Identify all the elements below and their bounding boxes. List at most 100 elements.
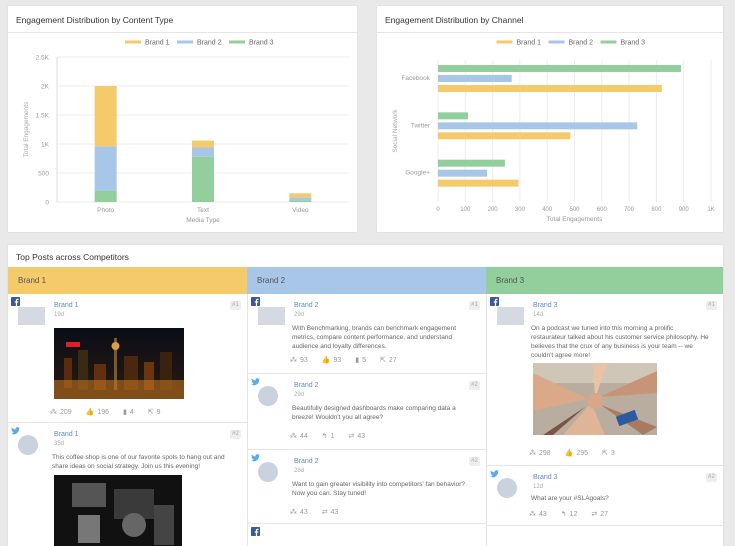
bar (438, 122, 638, 130)
engagement-stat: ⁂ 44 (290, 433, 308, 440)
x-tick-label: 900 (679, 207, 690, 213)
channel-chart: Brand 1 Brand 2 Brand 3 0 100 200 300 400 500 600… (392, 40, 715, 224)
author-link[interactable]: Brand 3 (533, 302, 558, 309)
x-tick-label: Video (292, 207, 309, 214)
rank-badge: #1 (469, 301, 480, 310)
post-card[interactable]: #2 Brand 1 35d This coffee shop is one o… (8, 423, 247, 546)
rank-badge: #2 (230, 430, 241, 439)
post-card[interactable]: #1 Brand 1 19d ⁂ 209 👍 196 ▮ 4 ⇱ 9 (8, 294, 247, 423)
twitter-icon (490, 470, 499, 478)
author-link[interactable]: Brand 1 (54, 431, 79, 438)
post-stats: ⁂ 43 ⇄ 43 (290, 508, 350, 516)
legend-swatch (229, 40, 245, 44)
share-stat: ⇱ 9 (147, 409, 161, 416)
post-text: What are your #SLAgoals? (531, 495, 609, 502)
bar-segment (94, 146, 117, 191)
brand-3-posts[interactable]: #1 Brand 3 14d On a podcast we tuned int… (487, 294, 723, 546)
avatar (497, 478, 517, 498)
post-image[interactable] (533, 363, 657, 435)
like-stat: 👍 93 (321, 357, 342, 364)
bar-segment (289, 197, 312, 201)
x-axis-title: Media Type (186, 217, 220, 224)
rank-badge: #2 (469, 381, 480, 390)
brand-1-posts[interactable]: #1 Brand 1 19d ⁂ 209 👍 196 ▮ 4 ⇱ 9 #2 Br… (8, 294, 247, 546)
author-link[interactable]: Brand 2 (294, 382, 319, 389)
x-tick-label: 0 (436, 207, 440, 213)
post-text: On a podcast we tuned into this morning … (531, 325, 709, 359)
engagement-stat: ⁂ 209 (50, 409, 72, 416)
author-link[interactable]: Brand 1 (54, 302, 79, 309)
like-stat: 👍 196 (85, 409, 110, 416)
legend-swatch (600, 40, 617, 44)
post-card[interactable] (248, 524, 486, 546)
rank-badge: #1 (230, 301, 241, 310)
x-tick-label: 1K (707, 207, 714, 213)
x-tick-label: 300 (515, 207, 526, 213)
bar (438, 75, 512, 82)
panel-title: Top Posts across Competitors (16, 252, 129, 262)
post-card[interactable]: #1 Brand 3 14d On a podcast we tuned int… (487, 294, 723, 466)
avatar (258, 462, 278, 482)
panel-title: Engagement Distribution by Channel (385, 15, 524, 25)
y-tick-label: 2.5K (36, 55, 50, 62)
column-header-label: Brand 1 (18, 276, 47, 285)
x-tick-label: 500 (569, 207, 580, 213)
bar-segment (289, 200, 312, 202)
y-tick-label: 1.5K (36, 113, 50, 120)
legend-label: Brand 3 (249, 40, 274, 47)
panel-title: Engagement Distribution by Content Type (16, 15, 174, 25)
y-tick-label: Twitter (411, 122, 431, 129)
post-card[interactable]: #2 Brand 2 28d Want to gain greater visi… (248, 450, 486, 524)
legend-label: Brand 2 (197, 40, 222, 47)
post-image[interactable] (54, 475, 182, 546)
author-link[interactable]: Brand 2 (294, 458, 319, 465)
author-link[interactable]: Brand 3 (533, 474, 558, 481)
post-card[interactable]: #2 Brand 2 29d Beautifully designed dash… (248, 374, 486, 450)
legend-swatch (548, 40, 565, 44)
y-tick-label: 500 (38, 171, 49, 178)
post-age: 14d (533, 312, 544, 318)
twitter-icon (251, 454, 260, 462)
legend-swatch (177, 40, 193, 44)
bar (438, 85, 662, 92)
engagement-stat: ⁂ 93 (290, 357, 308, 364)
author-link[interactable]: Brand 2 (294, 302, 319, 309)
bar-segment (192, 156, 214, 202)
post-stats: ⁂ 93 👍 93 ▮ 5 ⇱ 27 (290, 356, 409, 364)
facebook-icon (251, 527, 260, 536)
post-stats: ⁂ 298 👍 295 ⇱ 3 (529, 449, 627, 457)
post-image[interactable] (54, 328, 184, 399)
bar (438, 159, 505, 167)
column-header-brand-1: Brand 1 (8, 267, 247, 294)
like-stat: 👍 295 (564, 450, 589, 457)
post-stats: ⁂ 209 👍 196 ▮ 4 ⇱ 9 (50, 408, 173, 416)
post-age: 12d (533, 484, 544, 490)
bar-segment (94, 86, 117, 147)
content-type-chart: Brand 1 Brand 2 Brand 3 0 500 1K 1.5K 2K 2.5K Pho… (23, 40, 349, 224)
post-card[interactable]: #1 Brand 2 29d With Benchmarking, brands… (248, 294, 486, 374)
facebook-icon (251, 297, 260, 306)
bar (438, 169, 488, 177)
x-tick-label: 700 (624, 207, 635, 213)
y-tick-label: Google+ (405, 170, 430, 177)
retweet-stat: ⇄ 43 (348, 433, 366, 440)
retweet-stat: ⇄ 43 (321, 509, 339, 516)
x-tick-label: 100 (460, 207, 471, 213)
twitter-icon (251, 378, 260, 386)
legend-label: Brand 3 (621, 40, 646, 47)
facebook-icon (11, 297, 20, 306)
brand-2-posts[interactable]: #1 Brand 2 29d With Benchmarking, brands… (248, 294, 486, 546)
y-tick-label: 1K (41, 142, 50, 149)
post-card[interactable]: #2 Brand 3 12d What are your #SLAgoals? … (487, 466, 723, 526)
bar-segment (94, 190, 117, 202)
avatar (18, 435, 38, 455)
x-tick-label: Photo (97, 207, 114, 214)
legend-label: Brand 1 (517, 40, 542, 47)
twitter-icon (11, 427, 20, 435)
share-stat: ⇱ 3 (602, 450, 615, 457)
comment-stat: ▮ 4 (123, 409, 134, 416)
y-axis-title: Total Engagements (23, 101, 30, 157)
reply-stat: ↰ 12 (560, 511, 578, 518)
column-header-label: Brand 2 (257, 276, 286, 285)
y-tick-label: Facebook (401, 75, 430, 82)
